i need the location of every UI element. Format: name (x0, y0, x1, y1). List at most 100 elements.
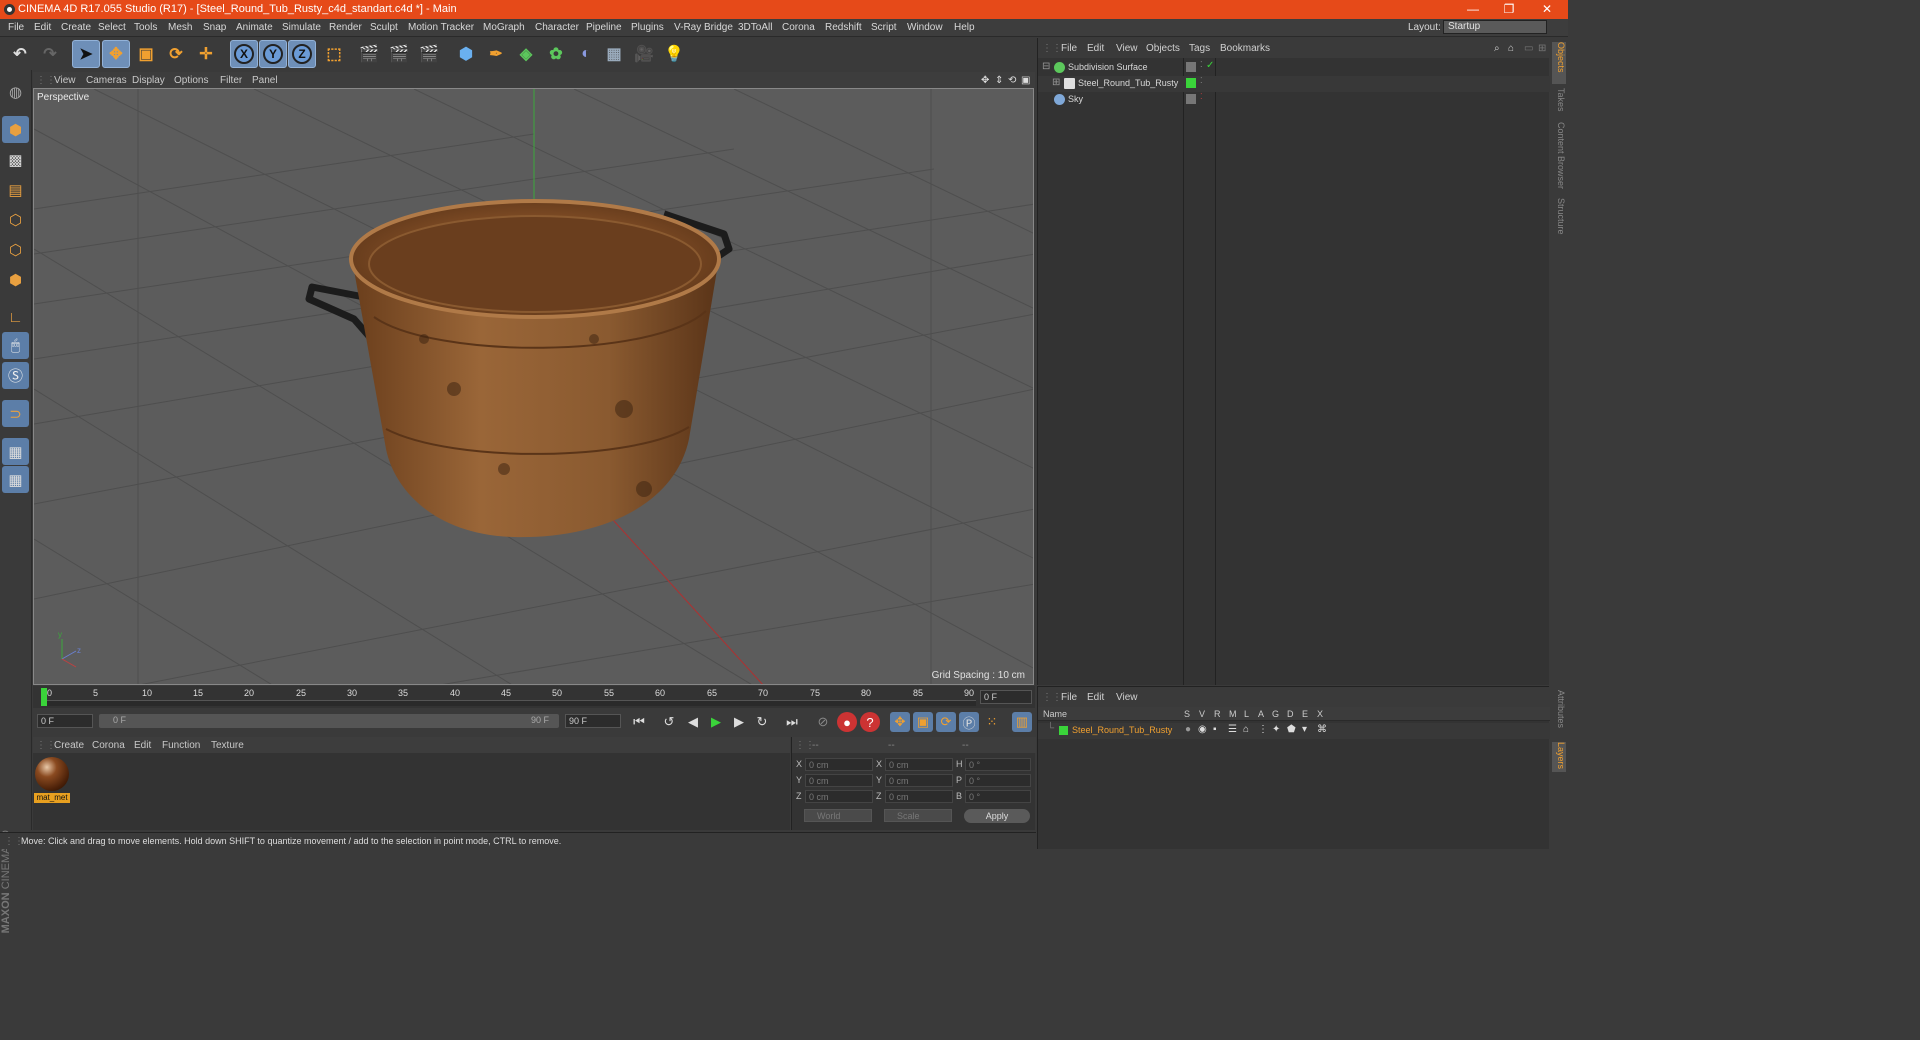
menu-create[interactable]: Create (61, 22, 91, 33)
pen-spline-button[interactable]: ✒ (482, 40, 510, 68)
menu-select[interactable]: Select (98, 22, 126, 33)
obj-menu-objects[interactable]: Objects (1146, 43, 1180, 54)
generator-icon[interactable]: ✦ (1272, 724, 1280, 735)
visibility-dots-icon[interactable]: ⁚ (1200, 76, 1203, 85)
object-row-subdivision[interactable]: ⊟ Subdivision Surface ⁚ ✓ (1038, 60, 1550, 76)
size-mode-select[interactable]: Scale (884, 809, 952, 822)
collapse-icon[interactable]: ⊟ (1042, 61, 1050, 72)
camera-button[interactable]: 🎥 (630, 40, 658, 68)
viewport-move-icon[interactable]: ✥ (981, 75, 989, 86)
mat-menu-corona[interactable]: Corona (92, 740, 125, 751)
points-mode-button[interactable]: ⬡ (2, 206, 29, 233)
menu-simulate[interactable]: Simulate (282, 22, 321, 33)
render-picture-viewer-button[interactable]: 🎬 (385, 40, 413, 68)
apply-button[interactable]: Apply (964, 809, 1030, 823)
mat-menu-function[interactable]: Function (162, 740, 200, 751)
menu-motion-tracker[interactable]: Motion Tracker (408, 22, 474, 33)
render-icon[interactable]: ▪ (1213, 724, 1217, 735)
viewport-maximize-icon[interactable]: ▣ (1021, 75, 1030, 86)
key-parameter-button[interactable]: Ⓟ (959, 712, 979, 732)
menu-3dtoall[interactable]: 3DToAll (738, 22, 772, 33)
obj-menu-file[interactable]: File (1061, 43, 1077, 54)
size-y-field[interactable]: 0 cm (885, 774, 953, 787)
obj-menu-view[interactable]: View (1116, 43, 1138, 54)
obj-menu-tags[interactable]: Tags (1189, 43, 1210, 54)
move-tool-button[interactable]: ✥ (102, 40, 130, 68)
texture-mode-button[interactable]: ▩ (2, 146, 29, 173)
panel-expand-icon[interactable]: ⊞ (1538, 43, 1546, 54)
search-icon[interactable]: ⌕ (1494, 43, 1500, 54)
make-editable-button[interactable]: ◍ (2, 78, 29, 105)
side-tab-layers[interactable]: Layers (1552, 742, 1566, 772)
timeline-track[interactable] (41, 700, 976, 706)
floor-button[interactable]: ▦ (600, 40, 628, 68)
vp-menu-filter[interactable]: Filter (220, 75, 242, 86)
undo-button[interactable]: ↶ (6, 40, 34, 68)
layer-menu-file[interactable]: File (1061, 692, 1077, 703)
xref-icon[interactable]: ⌘ (1317, 724, 1327, 735)
position-y-field[interactable]: 0 cm (805, 774, 873, 787)
layout-select[interactable]: Startup (1443, 20, 1547, 34)
view-eye-icon[interactable]: ◉ (1198, 724, 1207, 735)
rotation-p-field[interactable]: 0 ° (965, 774, 1031, 787)
keyframe-selection-button[interactable]: ? (860, 712, 880, 732)
workplane-mode-button[interactable]: ▤ (2, 176, 29, 203)
tweak-mode-button[interactable]: 🖱 (2, 332, 29, 359)
mat-menu-edit[interactable]: Edit (134, 740, 151, 751)
viewport-perspective[interactable]: y z Perspective Grid Spacing : 10 cm (33, 88, 1034, 685)
cube-object-button[interactable]: ⬢ (452, 40, 480, 68)
render-settings-button[interactable]: 🎬 (415, 40, 443, 68)
layer-menu-edit[interactable]: Edit (1087, 692, 1104, 703)
mat-menu-texture[interactable]: Texture (211, 740, 244, 751)
mat-menu-create[interactable]: Create (54, 740, 84, 751)
menu-file[interactable]: File (8, 22, 24, 33)
deformer-icon[interactable]: ⬟ (1287, 724, 1296, 735)
go-to-start-button[interactable]: ⏮ (629, 712, 649, 732)
timeline-ruler[interactable]: 0 5 10 15 20 25 30 35 40 45 50 55 60 65 … (33, 686, 1035, 708)
object-row-sky[interactable]: Sky ⁚ (1038, 92, 1550, 108)
menu-vray-bridge[interactable]: V-Ray Bridge (674, 22, 733, 33)
menu-render[interactable]: Render (329, 22, 362, 33)
solo-icon[interactable]: ● (1185, 724, 1191, 735)
vp-menu-view[interactable]: View (54, 75, 76, 86)
obj-menu-bookmarks[interactable]: Bookmarks (1220, 43, 1270, 54)
home-icon[interactable]: ⌂ (1508, 43, 1514, 54)
material-preview-ball[interactable] (35, 757, 69, 791)
rotate-tool-button[interactable]: ⟳ (162, 40, 190, 68)
rotation-h-field[interactable]: 0 ° (965, 758, 1031, 771)
menu-snap[interactable]: Snap (203, 22, 226, 33)
menu-sculpt[interactable]: Sculpt (370, 22, 398, 33)
manager-icon[interactable]: ☰ (1228, 724, 1237, 735)
edges-mode-button[interactable]: ⬡ (2, 236, 29, 263)
animation-icon[interactable]: ⋮ (1258, 724, 1268, 735)
next-key-button[interactable]: ↻ (752, 712, 772, 732)
layer-row[interactable]: └ Steel_Round_Tub_Rusty ● ◉ ▪ ☰ ⌂ ⋮ ✦ ⬟ … (1038, 723, 1550, 739)
z-axis-button[interactable]: Z (288, 40, 316, 68)
previous-frame-button[interactable]: ◀ (683, 712, 703, 732)
key-position-button[interactable]: ✥ (890, 712, 910, 732)
current-frame-field[interactable]: 0 F (37, 714, 93, 728)
object-row-tub[interactable]: ⊞ Steel_Round_Tub_Rusty ⁚ (1038, 76, 1550, 92)
autokey-button[interactable]: ● (837, 712, 857, 732)
enabled-check-icon[interactable]: ✓ (1206, 60, 1214, 71)
coordinate-system-button[interactable]: ⬚ (320, 40, 348, 68)
timeline-window-button[interactable]: ▥ (1012, 712, 1032, 732)
vp-menu-options[interactable]: Options (174, 75, 208, 86)
lock-icon[interactable]: ⌂ (1243, 724, 1249, 735)
playhead-marker[interactable] (41, 688, 47, 706)
side-tab-takes[interactable]: Takes (1552, 88, 1566, 118)
side-tab-structure[interactable]: Structure (1552, 198, 1566, 242)
array-button[interactable]: ✿ (542, 40, 570, 68)
menu-help[interactable]: Help (954, 22, 975, 33)
side-tab-content-browser[interactable]: Content Browser (1552, 122, 1566, 192)
key-scale-button[interactable]: ▣ (913, 712, 933, 732)
layer-menu-view[interactable]: View (1116, 692, 1138, 703)
end-frame-field[interactable]: 0 F (980, 690, 1032, 704)
deformer-button[interactable]: ◐ (572, 40, 600, 68)
render-view-button[interactable]: 🎬 (355, 40, 383, 68)
menu-mesh[interactable]: Mesh (168, 22, 192, 33)
polygons-mode-button[interactable]: ⬢ (2, 266, 29, 293)
x-axis-button[interactable]: X (230, 40, 258, 68)
y-axis-button[interactable]: Y (259, 40, 287, 68)
menu-pipeline[interactable]: Pipeline (586, 22, 622, 33)
